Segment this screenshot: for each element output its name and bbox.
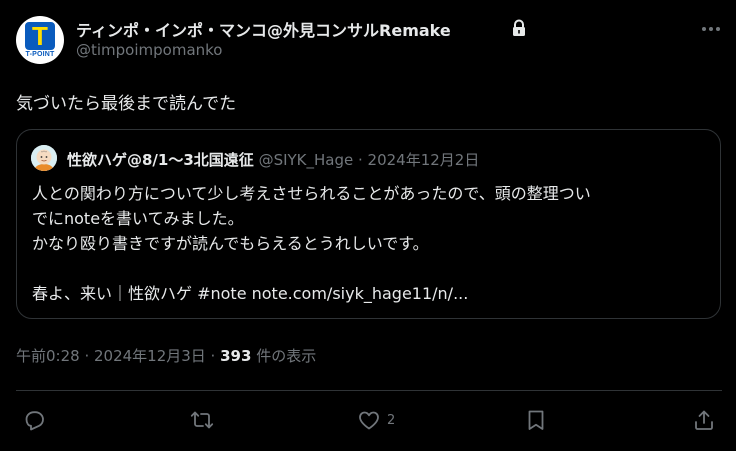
tpoint-logo-letter: T xyxy=(32,21,48,51)
more-icon xyxy=(702,27,720,31)
reply-button[interactable] xyxy=(22,404,52,436)
author-display-name[interactable]: ティンポ・インポ・マンコ@外見コンサルRemake xyxy=(76,17,451,41)
author-avatar[interactable]: T T-POINT xyxy=(16,16,64,64)
tpoint-logo-caption: T-POINT xyxy=(25,51,55,58)
quoted-tweet-card[interactable]: 性欲ハゲ@8/1〜3北国遠征 @SIYK_Hage · 2024年12月2日 人… xyxy=(16,129,721,319)
tweet-timestamp: 午前0:28 · 2024年12月3日 · 393 件の表示 xyxy=(16,345,316,366)
quoted-author-avatar[interactable] xyxy=(31,145,57,171)
author-handle[interactable]: @timpoimpomanko xyxy=(76,41,222,59)
reply-icon xyxy=(25,411,44,431)
action-bar: 2 xyxy=(0,400,736,440)
share-icon xyxy=(695,410,713,430)
quoted-author-name[interactable]: 性欲ハゲ@8/1〜3北国遠征 xyxy=(67,151,254,169)
more-options-button[interactable] xyxy=(696,14,726,44)
bookmark-button[interactable] xyxy=(524,404,554,436)
like-button[interactable]: 2 xyxy=(357,404,395,436)
lock-icon xyxy=(513,19,525,36)
quoted-text-line: 人との関わり方について少し考えさせられることがあったので、頭の整理つい xyxy=(32,184,591,203)
like-count: 2 xyxy=(387,412,396,428)
quoted-tweet-body: 人との関わり方について少し考えさせられることがあったので、頭の整理つい でにno… xyxy=(32,181,712,306)
quoted-text-line: 春よ、来い｜性欲ハゲ #note note.com/siyk_hage11/n/… xyxy=(32,284,469,303)
bookmark-icon xyxy=(528,410,544,430)
divider xyxy=(16,390,722,391)
retweet-button[interactable] xyxy=(190,404,220,436)
views-count: 393 xyxy=(220,347,252,365)
tweet-text: 気づいたら最後まで読んでた xyxy=(16,94,237,114)
heart-icon xyxy=(359,411,379,430)
quoted-tweet-header: 性欲ハゲ@8/1〜3北国遠征 @SIYK_Hage · 2024年12月2日 xyxy=(67,149,479,170)
tpoint-logo: T xyxy=(25,22,55,50)
retweet-icon xyxy=(190,411,214,429)
monk-avatar-icon xyxy=(31,145,57,171)
quoted-text-line: でにnoteを書いてみました。 xyxy=(32,209,244,228)
quoted-text-line xyxy=(32,256,712,281)
views-label: 件の表示 xyxy=(251,347,317,365)
quoted-author-meta: @SIYK_Hage · 2024年12月2日 xyxy=(253,151,480,169)
timestamp-text[interactable]: 午前0:28 · 2024年12月3日 · xyxy=(16,347,220,365)
share-button[interactable] xyxy=(692,404,716,436)
quoted-text-line: かなり殴り書きですが読んでもらえるとうれしいです。 xyxy=(32,234,429,253)
